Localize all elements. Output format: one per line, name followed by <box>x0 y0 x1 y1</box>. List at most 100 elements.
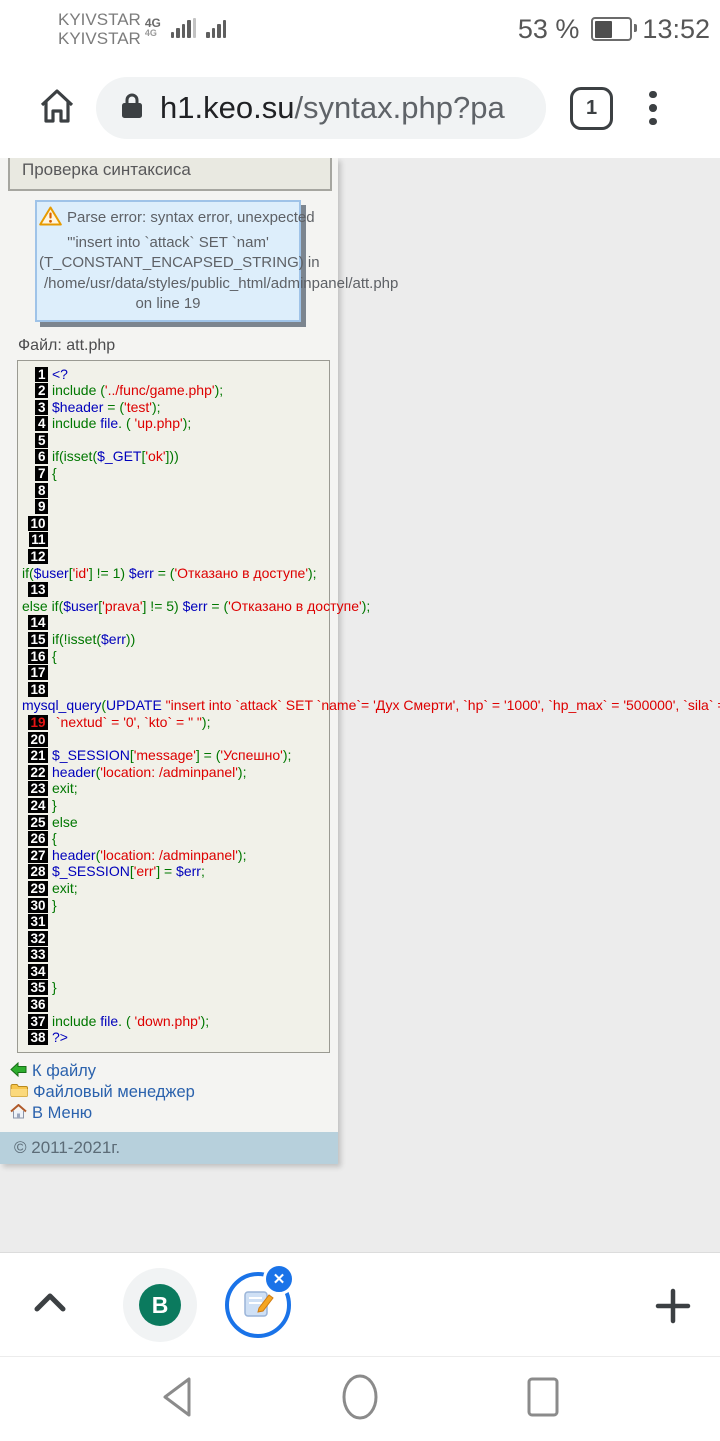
tab-count: 1 <box>586 97 597 120</box>
code-line: 31 <box>22 913 329 930</box>
bottom-toolbar: B <box>0 1252 720 1357</box>
line-number: 37 <box>28 1014 48 1029</box>
code-line: 4include file. ( 'up.php'); <box>22 415 329 432</box>
folder-icon <box>10 1083 28 1103</box>
code-line: mysql_query(UPDATE "insert into `attack`… <box>22 697 329 714</box>
code-line: 6if(isset($_GET['ok'])) <box>22 448 329 465</box>
expand-toolbar-button[interactable] <box>33 1291 67 1318</box>
code-line: 38?> <box>22 1029 329 1046</box>
code-line: 17 <box>22 664 329 681</box>
battery-icon <box>591 17 632 41</box>
code-line: 23exit; <box>22 780 329 797</box>
home-button[interactable] <box>36 85 78 132</box>
code-line: 21$_SESSION['message'] = ('Успешно'); <box>22 747 329 764</box>
code-line: 14 <box>22 614 329 631</box>
nav-home-button[interactable] <box>340 1373 380 1426</box>
code-line: 13 <box>22 581 329 598</box>
code-line: 20 <box>22 731 329 748</box>
line-number: 9 <box>35 499 48 514</box>
line-number: 8 <box>35 483 48 498</box>
line-number: 25 <box>28 815 48 830</box>
link-to-menu[interactable]: В Меню <box>10 1104 338 1124</box>
file-name-label: Файл: att.php <box>18 337 338 355</box>
nav-back-button[interactable] <box>161 1375 193 1424</box>
code-line: 19 `nextud` = '0', `kto` = " "); <box>22 714 329 731</box>
code-line: 5 <box>22 432 329 449</box>
code-line: 3$header = ('test'); <box>22 399 329 416</box>
browser-menu-button[interactable] <box>649 91 657 126</box>
line-number: 3 <box>35 400 48 415</box>
warning-icon <box>39 206 62 233</box>
page-content-column: Проверка синтаксиса Parse error: syntax … <box>0 158 338 1164</box>
link-file-manager[interactable]: Файловый менеджер <box>10 1083 338 1103</box>
tab-switcher-button[interactable]: 1 <box>570 87 613 130</box>
code-line: 28$_SESSION['err'] = $err; <box>22 863 329 880</box>
parse-error-box: Parse error: syntax error, unexpected '"… <box>35 200 301 322</box>
code-line: 24} <box>22 797 329 814</box>
line-number: 1 <box>35 367 48 382</box>
link-to-file[interactable]: К файлу <box>10 1062 338 1082</box>
line-number: 34 <box>28 964 48 979</box>
clock: 13:52 <box>642 14 710 45</box>
line-number: 36 <box>28 997 48 1012</box>
line-number: 29 <box>28 881 48 896</box>
signal-bars-sim1-icon <box>171 18 197 38</box>
browser-toolbar: h1.keo.su/syntax.php?pa 1 <box>0 58 720 158</box>
code-line: 29exit; <box>22 880 329 897</box>
carrier-name-sim1: KYIVSTAR <box>58 10 141 29</box>
error-line-number: 19 <box>28 715 48 730</box>
line-number: 7 <box>35 466 48 481</box>
code-lines: 1<?2include ('../func/game.php');3$heade… <box>22 366 329 1046</box>
code-line: 34 <box>22 963 329 980</box>
line-number: 22 <box>28 765 48 780</box>
code-line: 8 <box>22 482 329 499</box>
back-arrow-icon <box>10 1062 27 1082</box>
code-line: 16{ <box>22 648 329 665</box>
close-tool-badge[interactable]: ✕ <box>263 1263 295 1295</box>
line-number: 13 <box>28 582 48 597</box>
code-line: 7{ <box>22 465 329 482</box>
line-number: 10 <box>28 516 48 531</box>
code-line: 9 <box>22 498 329 515</box>
copyright-footer: © 2011-2021г. <box>0 1132 338 1164</box>
app-badge-icon: B <box>139 1284 181 1326</box>
code-line: 37include file. ( 'down.php'); <box>22 1013 329 1030</box>
code-line: else if($user['prava'] != 5) $err = ('От… <box>22 598 329 615</box>
line-number: 21 <box>28 748 48 763</box>
web-page-viewport[interactable]: Проверка синтаксиса Parse error: syntax … <box>0 158 720 1252</box>
line-number: 4 <box>35 416 48 431</box>
line-number: 14 <box>28 615 48 630</box>
line-number: 31 <box>28 914 48 929</box>
carrier-name-sim2: KYIVSTAR <box>58 29 141 48</box>
signal-bars-sim2-icon <box>206 18 226 38</box>
app-shortcut-button[interactable]: B <box>123 1268 197 1342</box>
home-icon <box>10 1104 27 1124</box>
line-number: 38 <box>28 1030 48 1045</box>
line-number: 16 <box>28 649 48 664</box>
line-number: 26 <box>28 831 48 846</box>
code-listing: 1<?2include ('../func/game.php');3$heade… <box>17 360 330 1053</box>
code-line: 10 <box>22 515 329 532</box>
lock-icon[interactable] <box>120 92 144 125</box>
code-line: 15if(!isset($err)) <box>22 631 329 648</box>
nav-recents-button[interactable] <box>526 1376 560 1423</box>
line-number: 28 <box>28 864 48 879</box>
line-number: 23 <box>28 781 48 796</box>
code-line: 25else <box>22 814 329 831</box>
code-line: 26{ <box>22 830 329 847</box>
code-line: 22header('location: /adminpanel'); <box>22 764 329 781</box>
code-line: 1<? <box>22 366 329 383</box>
code-line: 33 <box>22 946 329 963</box>
page-title: Проверка синтаксиса <box>8 158 332 191</box>
line-number: 11 <box>29 532 48 547</box>
line-number: 32 <box>28 931 48 946</box>
network-type-label: 4G 4G <box>145 18 161 38</box>
code-line: 2include ('../func/game.php'); <box>22 382 329 399</box>
code-line: 27header('location: /adminpanel'); <box>22 847 329 864</box>
page-links: К файлу Файловый менеджер В М <box>10 1062 338 1124</box>
line-number: 5 <box>35 433 48 448</box>
new-tab-button[interactable] <box>654 1287 692 1330</box>
code-line: 36 <box>22 996 329 1013</box>
url-bar[interactable]: h1.keo.su/syntax.php?pa <box>96 77 546 139</box>
line-number: 18 <box>28 682 48 697</box>
